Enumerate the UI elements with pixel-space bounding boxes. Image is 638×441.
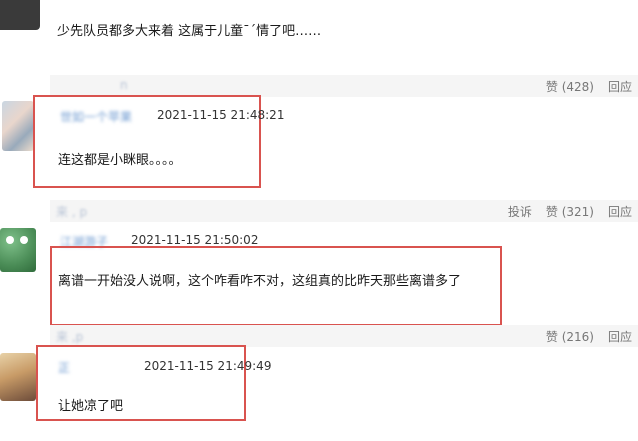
reply-meta-blurred: n: [120, 78, 128, 92]
comment-time: 2021-11-15 21:50:02: [131, 233, 259, 247]
avatar-partial: [0, 0, 40, 30]
reply-button[interactable]: 回应: [608, 203, 632, 220]
username[interactable]: 世如一个苹果: [60, 108, 132, 125]
avatar[interactable]: [0, 228, 36, 272]
report-button[interactable]: 投诉: [508, 203, 532, 220]
comment-text: 连这都是小眯眼。。。。: [58, 153, 182, 168]
like-button[interactable]: 赞 (216): [546, 328, 594, 345]
frog-eye-icon: [20, 236, 28, 244]
frog-eye-icon: [6, 236, 14, 244]
comment-text: 离谱一开始没人说啊，这个咋看咋不对，这组真的比昨天那些离谱多了: [58, 274, 462, 289]
comment-action-bar: n 赞 (428) 回应: [50, 75, 638, 97]
comment-time: 2021-11-15 21:48:21: [157, 108, 285, 122]
avatar[interactable]: [0, 353, 36, 401]
reply-button[interactable]: 回应: [608, 78, 632, 95]
reply-meta-blurred: 来 , p: [56, 205, 88, 219]
like-button[interactable]: 赞 (428): [546, 78, 594, 95]
username[interactable]: 正: [58, 359, 70, 376]
comment-text: 让她凉了吧: [58, 399, 124, 414]
reply-meta-blurred: 来 ,p: [56, 330, 84, 344]
comment-action-bar: 来 , p 投诉 赞 (321) 回应: [50, 200, 638, 222]
like-button[interactable]: 赞 (321): [546, 203, 594, 220]
comment-action-bar: 来 ,p 赞 (216) 回应: [50, 325, 638, 347]
avatar[interactable]: [2, 101, 34, 151]
comment-text: 少先队员都多大来着 这属于儿童¯´情了吧……: [57, 24, 322, 39]
reply-button[interactable]: 回应: [608, 328, 632, 345]
comment-time: 2021-11-15 21:49:49: [144, 359, 272, 373]
